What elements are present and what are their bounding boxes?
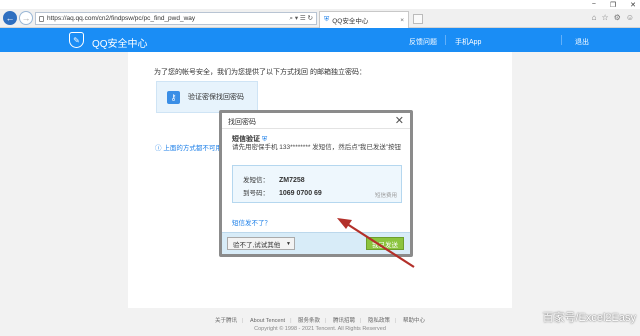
i-have-sent-button[interactable]: 我已发送 (366, 237, 404, 250)
dialog-title: 找回密码 (228, 119, 256, 126)
forward-button[interactable]: → (19, 11, 33, 25)
lock-icon (39, 15, 44, 22)
unavailable-text: 上面的方式都不可用 (163, 145, 222, 152)
copyright-text: Copyright © 1998 - 2021 Tencent. All Rig… (254, 326, 386, 332)
sms-content-value: ZM7258 (279, 177, 305, 184)
feedback-link[interactable]: 反馈问题 (409, 37, 437, 47)
dialog-header: 找回密码 ✕ (222, 113, 410, 129)
footer-link-about-en[interactable]: About Tencent (250, 318, 285, 324)
shield-icon: ⛨ (262, 136, 268, 143)
find-password-dialog: 找回密码 ✕ 短信验证 ⛨ 请先用密保手机 133******** 发短信，然后点… (219, 110, 413, 257)
url-text: https://aq.qq.com/cn2/findpsw/pc/pc_find… (47, 15, 196, 22)
footer-link-privacy[interactable]: 隐私政策 (368, 318, 390, 324)
dialog-body: 找回密码 ✕ 短信验证 ⛨ 请先用密保手机 133******** 发短信，然后点… (222, 113, 410, 254)
minimize-button[interactable]: − (592, 1, 596, 8)
sms-to-row: 到号码： 1069 0700 69 (243, 187, 322, 197)
smiley-icon[interactable]: ☺ (626, 13, 634, 22)
tab-close-icon[interactable]: × (400, 17, 404, 24)
window-caption: − ❐ ✕ (0, 0, 640, 9)
site-header: ✎ QQ安全中心 反馈问题 手机App 退出 (0, 28, 640, 52)
sms-fail-link[interactable]: 短信发不了？ (232, 217, 271, 227)
sms-verify-heading: 短信验证 (232, 136, 260, 143)
intro-text: 为了您的帐号安全，我们为您提供了以下方式找回 的邮箱独立密码： (154, 69, 366, 76)
sms-info-box: 发短信： ZM7258 到号码： 1069 0700 69 短信费用 (232, 165, 402, 203)
window-controls: − ❐ ✕ (592, 0, 636, 9)
shield-logo-icon: ✎ (69, 32, 84, 48)
browser-tab[interactable]: ⛨ QQ安全中心 × (319, 11, 409, 28)
info-icon: ⓘ (155, 145, 162, 152)
address-bar-controls[interactable]: ⌕ ▾ ☰ ↻ (289, 14, 313, 23)
sms-content-row: 发短信： ZM7258 (243, 174, 305, 184)
footer-link-jobs[interactable]: 腾讯招聘 (333, 318, 355, 324)
restore-button[interactable]: ❐ (610, 1, 616, 9)
footer-link-about[interactable]: 关于腾讯 (215, 318, 237, 324)
option-label: 验证密保找回密码 (188, 94, 244, 101)
try-other-method-dropdown[interactable]: 验不了,试试其他 ▼ (227, 237, 295, 250)
new-tab-button[interactable] (413, 14, 423, 24)
header-divider (445, 35, 446, 45)
mobile-app-link[interactable]: 手机App (455, 37, 481, 47)
favorites-icon[interactable]: ☆ (601, 13, 608, 22)
key-icon: ⚷ (167, 90, 180, 104)
sms-to-value: 1069 0700 69 (279, 190, 322, 197)
dialog-footer: 验不了,试试其他 ▼ 我已发送 (222, 232, 410, 254)
site-title: QQ安全中心 (92, 39, 148, 50)
dialog-description: 请先用密保手机 133******** 发短信，然后点“我已发送”按钮 (232, 144, 402, 151)
home-icon[interactable]: ⌂ (592, 13, 597, 22)
tab-title: QQ安全中心 (332, 18, 369, 25)
dialog-close-icon[interactable]: ✕ (395, 114, 404, 127)
verify-security-option[interactable]: ⚷ 验证密保找回密码 (156, 81, 258, 113)
sms-to-label: 到号码： (243, 190, 269, 197)
unavailable-link[interactable]: ⓘ 上面的方式都不可用 (155, 142, 222, 152)
logout-link[interactable]: 退出 (575, 37, 589, 47)
header-divider (561, 35, 562, 45)
close-window-button[interactable]: ✕ (630, 1, 636, 9)
address-bar[interactable]: https://aq.qq.com/cn2/findpsw/pc/pc_find… (35, 12, 317, 25)
footer-link-help[interactable]: 帮助中心 (403, 318, 425, 324)
browser-toolbar: ← → https://aq.qq.com/cn2/findpsw/pc/pc_… (0, 9, 640, 28)
footer-link-terms[interactable]: 服务条款 (298, 318, 320, 324)
watermark-text: 百家号/Excel2Easy (542, 312, 636, 324)
settings-icon[interactable]: ⚙ (614, 13, 621, 22)
shield-icon: ⛨ (324, 16, 330, 23)
try-other-label: 验不了,试试其他 (233, 241, 281, 249)
browser-right-icons: ⌂ ☆ ⚙ ☺ (592, 13, 634, 22)
sms-fee-link[interactable]: 短信费用 (375, 191, 397, 199)
caret-down-icon: ▼ (286, 240, 291, 247)
sms-content-label: 发短信： (243, 177, 269, 184)
back-button[interactable]: ← (3, 11, 17, 25)
